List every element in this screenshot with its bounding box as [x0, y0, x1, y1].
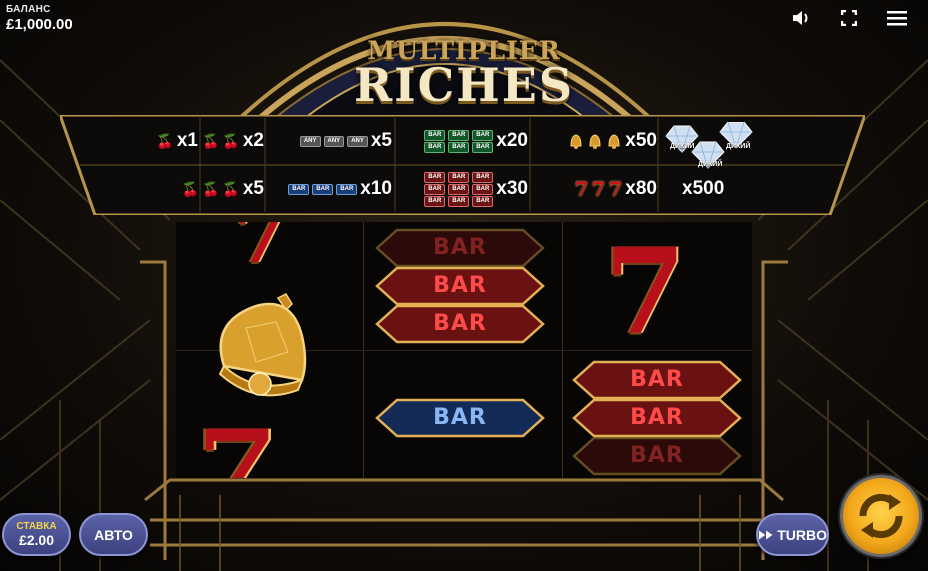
pay-mult: x80	[625, 178, 657, 199]
bar-text: BAR	[433, 405, 487, 430]
pay-cherry-1: 🍒 x1	[150, 121, 198, 161]
green-bar-label: BAR	[424, 141, 446, 153]
cherry-icon: 🍒	[201, 132, 220, 149]
balance-label: БАЛАНС	[6, 4, 51, 15]
green-triple-bar-icon: BAR BAR	[424, 129, 446, 153]
stake-button[interactable]: СТАВКА £2.00	[2, 513, 71, 556]
menu-icon[interactable]	[886, 8, 908, 28]
pay-green-bar: BAR BAR BAR BAR BAR BAR x20	[396, 121, 528, 161]
pay-mult: x30	[496, 178, 528, 199]
bar-text: BAR	[630, 367, 684, 392]
pay-mult: x20	[496, 130, 528, 151]
pay-mult: x10	[360, 178, 392, 199]
pay-mult: x1	[176, 130, 198, 151]
red-bar-label: BAR	[424, 171, 446, 183]
bar-text: BAR	[433, 273, 487, 298]
bell-icon	[570, 134, 582, 149]
cherry-icon: 🍒	[222, 132, 240, 149]
fast-forward-icon	[758, 529, 773, 540]
seven-symbol: 7	[604, 222, 687, 361]
spin-arrows-icon	[859, 493, 903, 539]
pay-bell: x50	[530, 121, 657, 161]
auto-button[interactable]: АВТО	[79, 513, 148, 556]
red-bar-label: BAR	[472, 171, 494, 183]
pay-mult: x2	[242, 130, 264, 151]
fullscreen-icon[interactable]	[838, 8, 860, 28]
pay-mult: x50	[625, 130, 657, 151]
bar-text: BAR	[630, 443, 684, 468]
pay-seven: 7 7 7 x80	[530, 169, 657, 209]
red-triple-bar-icon: BAR BAR BAR	[424, 171, 446, 207]
blue-bar-icon: BAR	[288, 183, 310, 195]
green-triple-bar-icon: BAR BAR	[448, 129, 470, 153]
seven-icon: 7	[608, 177, 623, 201]
auto-label: АВТО	[94, 526, 133, 543]
stake-label: СТАВКА	[16, 521, 57, 532]
red-triple-bar-icon: BAR BAR BAR	[472, 171, 494, 207]
wild-label: ДИКИЙ	[670, 143, 695, 150]
green-bar-label: BAR	[448, 129, 470, 141]
pay-red-bar: BAR BAR BAR BAR BAR BAR BAR BAR BAR x30	[396, 169, 528, 209]
bell-symbol	[218, 293, 307, 397]
turbo-label: TURBO	[777, 526, 827, 543]
any-bar-icon: ANY	[347, 135, 368, 147]
wild-mult: x500	[682, 178, 725, 199]
balance-value: £1,000.00	[6, 16, 73, 33]
red-bar-label: BAR	[448, 183, 470, 195]
any-bar-icon: ANY	[299, 135, 321, 147]
speaker-icon[interactable]	[790, 8, 812, 28]
pay-mult: x5	[370, 130, 392, 151]
blue-bar-icon: BAR	[312, 183, 334, 195]
green-triple-bar-icon: BAR BAR	[472, 129, 494, 153]
cherry-icon: 🍒	[156, 132, 174, 149]
blue-bar-icon: BAR	[336, 183, 358, 195]
balance-display: БАЛАНС £1,000.00	[6, 4, 73, 33]
red-bar-label: BAR	[424, 195, 446, 207]
bar-text: BAR	[433, 311, 487, 336]
bell-icon	[589, 134, 601, 149]
pay-blue-bar: BAR BAR BAR x10	[266, 169, 392, 209]
wild-label: ДИКИЙ	[698, 161, 723, 168]
seven-icon: 7	[574, 177, 589, 201]
cherry-icon: 🍒	[222, 180, 240, 197]
top-toolbar	[790, 8, 908, 28]
red-bar-label: BAR	[472, 195, 494, 207]
green-bar-label: BAR	[448, 141, 470, 153]
reel-area: 7 7 BAR BAR BAR BAR 7 BAR BAR BAR	[176, 222, 752, 478]
stake-value: £2.00	[18, 532, 55, 548]
bar-text: BAR	[433, 235, 487, 260]
spin-button[interactable]	[840, 475, 922, 557]
cherry-icon: 🍒	[201, 180, 220, 197]
bell-icon	[608, 134, 620, 149]
logo-riches: RICHES	[353, 58, 575, 112]
green-bar-label: BAR	[472, 141, 494, 153]
any-bar-icon: ANY	[323, 135, 345, 147]
pay-any-bar: ANY ANY ANY x5	[266, 121, 392, 161]
bar-text: BAR	[630, 405, 684, 430]
red-bar-label: BAR	[448, 171, 470, 183]
pay-cherry-3: 🍒 🍒 🍒 x5	[172, 169, 264, 209]
turbo-button[interactable]: TURBO	[756, 513, 829, 556]
green-bar-label: BAR	[424, 129, 446, 141]
pay-cherry-2: 🍒 🍒 x2	[200, 121, 264, 161]
wild-label: ДИКИЙ	[726, 143, 751, 150]
green-bar-label: BAR	[472, 129, 494, 141]
red-bar-label: BAR	[448, 195, 470, 207]
seven-icon: 7	[591, 177, 606, 201]
pay-mult: x5	[242, 178, 264, 199]
red-bar-label: BAR	[472, 183, 494, 195]
seven-symbol: 7	[196, 410, 279, 478]
red-bar-label: BAR	[424, 183, 446, 195]
seven-symbol: 7	[234, 222, 289, 281]
red-triple-bar-icon: BAR BAR BAR	[448, 171, 470, 207]
cherry-icon: 🍒	[181, 180, 199, 197]
